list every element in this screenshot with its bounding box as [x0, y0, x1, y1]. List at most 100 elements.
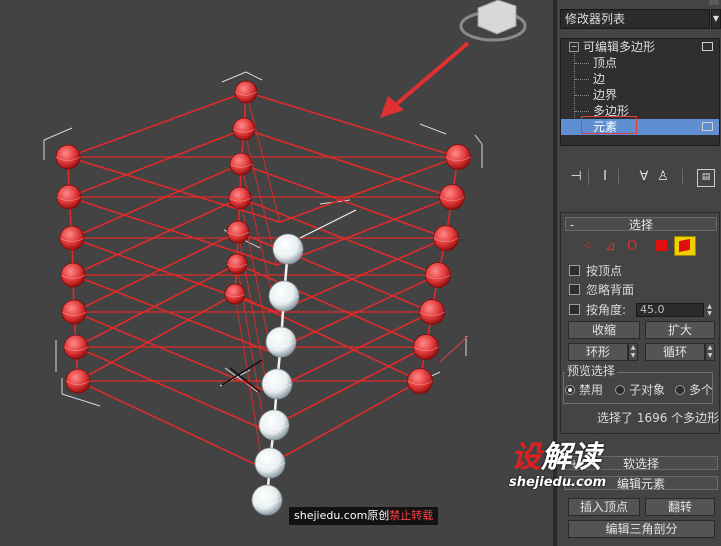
- bounding-bracket: [43, 127, 73, 141]
- vertex-sphere: [419, 299, 445, 325]
- vertex-sphere: [413, 334, 439, 360]
- vertex-icon[interactable]: ⁖: [583, 239, 591, 255]
- stack-item-vertex[interactable]: 顶点: [561, 55, 719, 71]
- scene-canvas[interactable]: [0, 0, 553, 546]
- vertex-sphere: [229, 152, 253, 176]
- stack-item-edge[interactable]: 边: [561, 71, 719, 87]
- selection-rollout-header[interactable]: - 选择: [565, 217, 717, 232]
- vertex-sphere: [224, 283, 246, 305]
- credit-text: shejiedu.com原创: [294, 509, 390, 522]
- vertex-sphere: [439, 184, 465, 210]
- show-end-result-icon[interactable]: Ⅰ: [598, 169, 612, 185]
- preview-option-label: 多个: [689, 383, 714, 397]
- vertex-sphere: [425, 262, 451, 288]
- selected-element-sphere: [272, 233, 304, 265]
- gizmo-axis-x: [439, 335, 469, 363]
- spinner-arrows-icon[interactable]: ▲ ▼: [705, 303, 714, 317]
- pin-stack-icon[interactable]: ⊣: [568, 169, 584, 185]
- chevron-down-icon[interactable]: ▼: [711, 9, 721, 29]
- edge-icon[interactable]: ⊿: [605, 239, 616, 255]
- polygon-icon[interactable]: [656, 240, 667, 251]
- stack-item-label: 顶点: [593, 56, 618, 70]
- element-icon[interactable]: [674, 236, 696, 256]
- stack-root-label: 可编辑多边形: [583, 40, 656, 54]
- annotation-arrow-shaft: [390, 41, 470, 110]
- preview-selection-title: 预览选择: [565, 364, 618, 378]
- selected-element-sphere: [268, 280, 300, 312]
- bounding-bracket: [474, 134, 483, 145]
- selected-element-sphere: [251, 484, 283, 516]
- angle-spinner-input[interactable]: 45.0: [636, 303, 704, 317]
- vertex-sphere: [445, 144, 471, 170]
- viewcube-icon: [477, 0, 517, 35]
- by-angle-checkbox[interactable]: [569, 304, 580, 315]
- toolbar-divider: [588, 169, 589, 185]
- by-vertex-label: 按顶点: [586, 264, 623, 278]
- watermark-logo-part: 设: [511, 440, 541, 475]
- perspective-viewport[interactable]: [0, 0, 553, 546]
- ring-spinner-icon[interactable]: ▲ ▼: [628, 343, 638, 361]
- selection-info-text: 选择了 1696 个多边形: [597, 411, 720, 425]
- modifier-box-icon: [702, 42, 713, 51]
- element-cube-glyph: [679, 238, 690, 253]
- site-watermark-url: shejiedu.com: [509, 475, 607, 490]
- vertex-sphere: [226, 220, 250, 244]
- bounding-bracket: [419, 123, 447, 135]
- stack-item-label: 边: [593, 72, 606, 86]
- credit-warning-text: 禁止转载: [389, 509, 434, 522]
- loop-button[interactable]: 循环: [645, 343, 705, 361]
- vertex-sphere: [433, 225, 459, 251]
- credit-watermark: shejiedu.com原创禁止转载: [289, 507, 439, 525]
- bounding-bracket: [245, 71, 263, 81]
- configure-modifier-sets-icon[interactable]: ▤: [697, 169, 715, 187]
- element-subobject-icon: [702, 122, 713, 131]
- vertex-sphere: [226, 253, 248, 275]
- stack-toolbar: ⊣ Ⅰ ∀ ♙ ▤: [560, 165, 720, 191]
- bounding-bracket: [61, 393, 101, 407]
- selected-element-sphere: [254, 447, 286, 479]
- preview-option-label: 子对象: [629, 383, 666, 397]
- vertex-sphere: [55, 144, 81, 170]
- preview-radio-off[interactable]: [565, 385, 575, 395]
- vertex-sphere: [234, 80, 258, 104]
- vertex-sphere: [232, 117, 256, 141]
- flip-button[interactable]: 翻转: [645, 498, 715, 516]
- border-icon[interactable]: Ο: [627, 239, 637, 255]
- selected-element-sphere: [258, 409, 290, 441]
- watermark-logo-part: 解读: [541, 440, 601, 475]
- edit-triangulation-button[interactable]: 编辑三角剖分: [568, 520, 715, 538]
- vertex-sphere: [61, 299, 87, 325]
- toolbar-divider: [618, 169, 619, 185]
- stack-item-border[interactable]: 边界: [561, 87, 719, 103]
- ring-button[interactable]: 环形: [568, 343, 628, 361]
- preview-radio-subobject[interactable]: [615, 385, 625, 395]
- shrink-button[interactable]: 收缩: [568, 321, 640, 339]
- modifier-list-label: 修改器列表: [565, 12, 626, 26]
- bounding-bracket: [221, 71, 247, 83]
- preview-radio-multi[interactable]: [675, 385, 685, 395]
- toolbar-divider: [682, 169, 683, 185]
- by-vertex-checkbox[interactable]: [569, 265, 580, 276]
- by-angle-label: 按角度:: [586, 303, 627, 317]
- annotation-highlight-box: [581, 116, 637, 134]
- stack-item-editable-poly[interactable]: 可编辑多边形: [561, 39, 719, 55]
- loop-spinner-icon[interactable]: ▲ ▼: [705, 343, 715, 361]
- site-watermark-logo: 设解读: [511, 440, 601, 476]
- vertex-sphere: [60, 262, 86, 288]
- vertex-sphere: [228, 186, 252, 210]
- modifier-list-dropdown[interactable]: 修改器列表: [560, 9, 710, 29]
- remove-modifier-icon[interactable]: ♙: [656, 169, 670, 185]
- vertex-sphere: [65, 368, 91, 394]
- selected-element-sphere: [261, 368, 293, 400]
- vertex-sphere: [56, 184, 82, 210]
- insert-vertex-button[interactable]: 插入顶点: [568, 498, 640, 516]
- vertex-sphere: [59, 225, 85, 251]
- make-unique-icon[interactable]: ∀: [637, 169, 651, 185]
- preview-option-label: 禁用: [579, 383, 604, 397]
- selected-element-sphere: [265, 326, 297, 358]
- ignore-backfacing-checkbox[interactable]: [569, 284, 580, 295]
- grow-button[interactable]: 扩大: [645, 321, 715, 339]
- ignore-backfacing-label: 忽略背面: [586, 283, 635, 297]
- selection-rollout-title: 选择: [628, 218, 653, 232]
- panel-top-button[interactable]: [709, 0, 719, 5]
